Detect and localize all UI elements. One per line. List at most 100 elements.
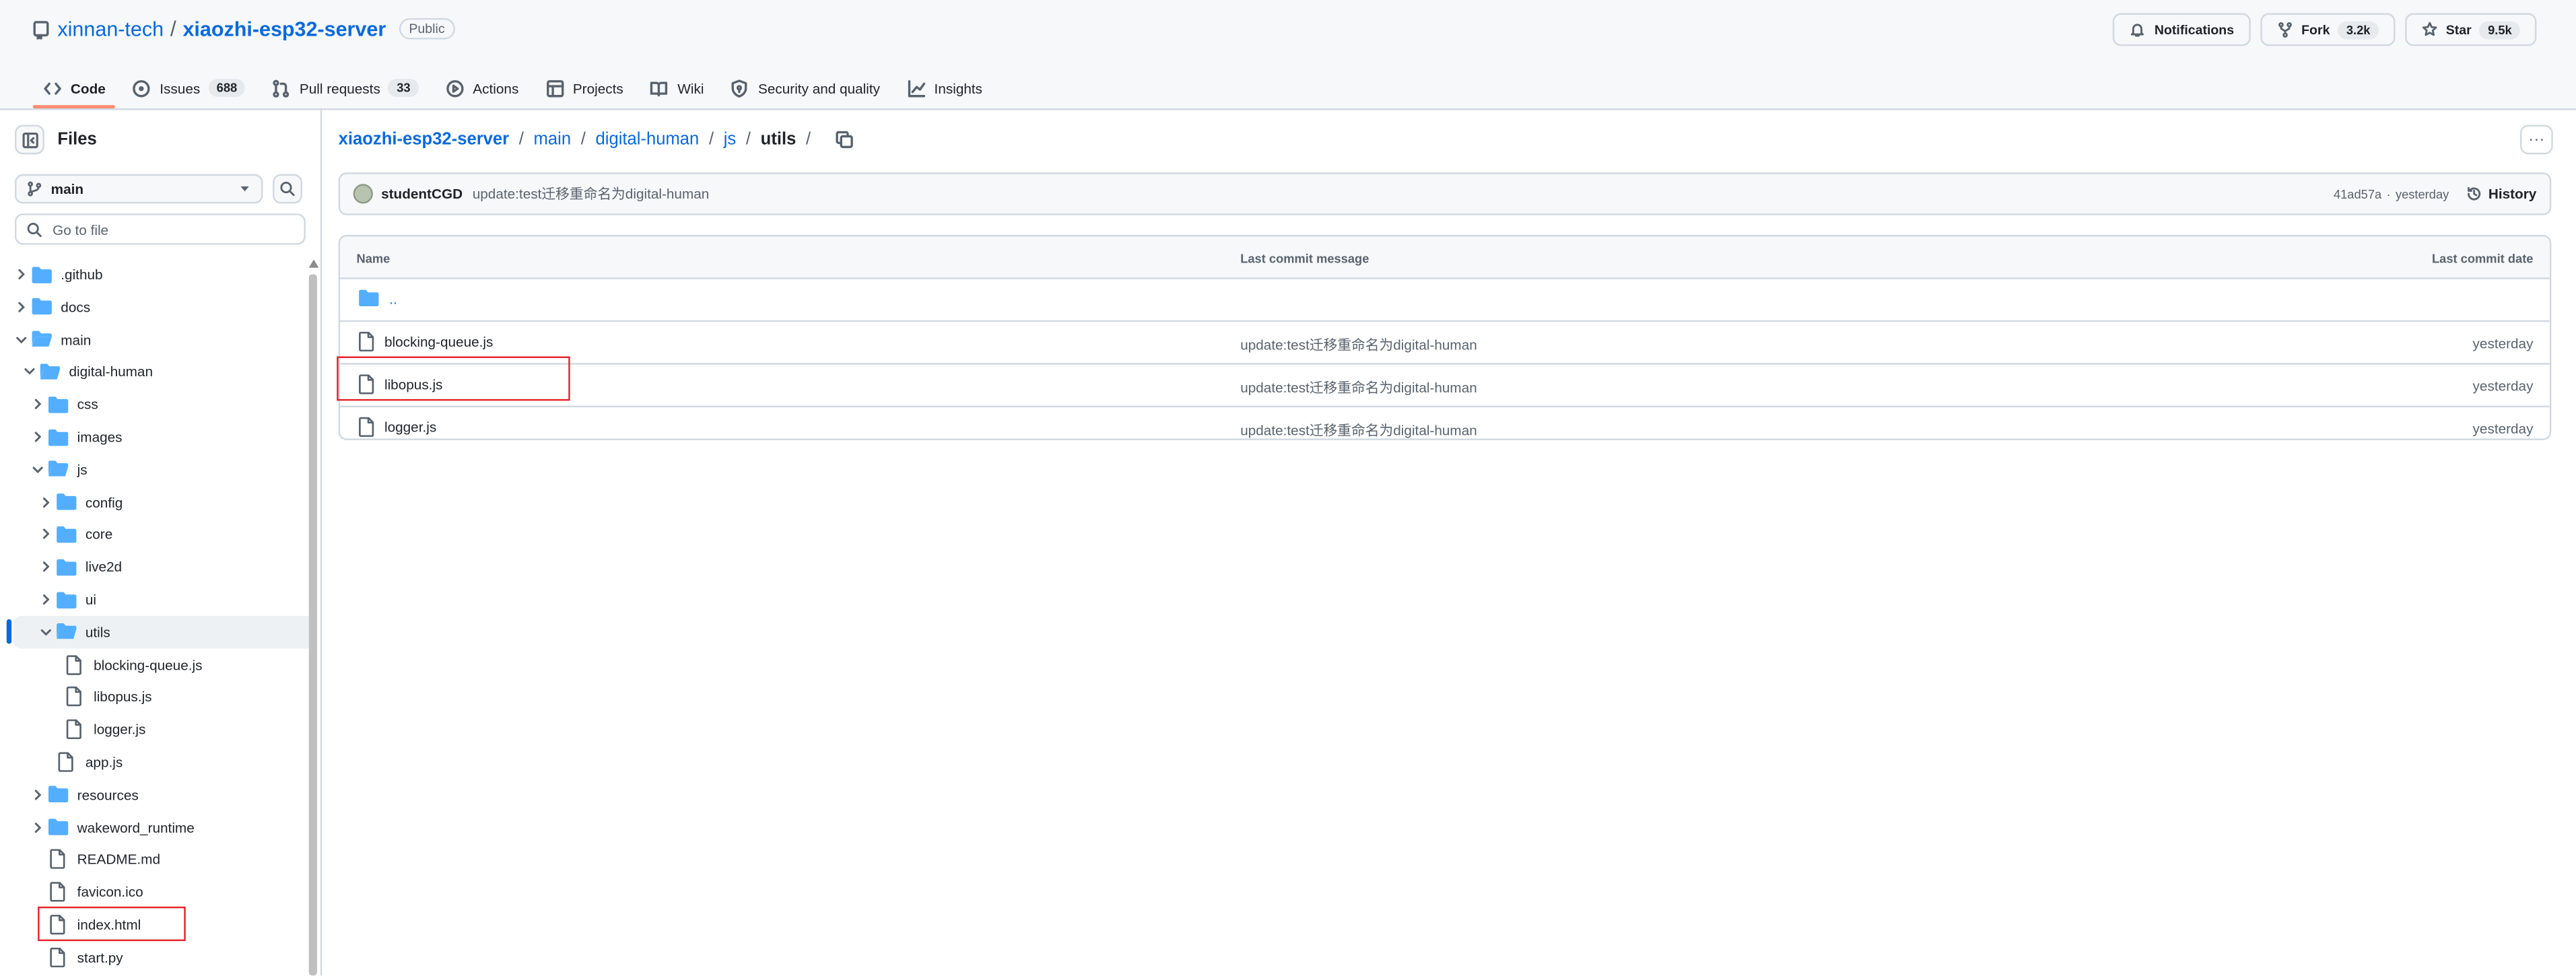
tree-item-images[interactable]: images	[13, 421, 306, 454]
tree-toggle[interactable]	[22, 365, 38, 379]
tree-item-wakeword-runtime[interactable]: wakeword_runtime	[13, 810, 306, 843]
tree-item-blocking-queue-js[interactable]: blocking-queue.js	[13, 648, 323, 681]
scrollbar-up-arrow[interactable]	[308, 259, 319, 268]
tree-item-config[interactable]: config	[13, 485, 314, 518]
owner-link[interactable]: xinnan-tech	[57, 18, 164, 40]
tree-item-docs[interactable]: docs	[13, 290, 290, 323]
tree-item-core[interactable]: core	[13, 518, 314, 551]
table-row[interactable]: logger.js update:test迁移重命名为digital-human y…	[340, 407, 2550, 439]
chevron-right-icon[interactable]	[40, 560, 53, 573]
star-label: Star	[2445, 22, 2472, 37]
branch-selector[interactable]: main	[14, 174, 263, 204]
chevron-down-icon[interactable]	[23, 365, 36, 379]
tree-item-start-py[interactable]: start.py	[13, 941, 306, 974]
latest-commit-bar: studentCGD update:test迁移重命名为digital-huma…	[338, 172, 2552, 215]
tab-insights[interactable]: Insights	[893, 67, 996, 108]
tree-item-resources[interactable]: resources	[13, 778, 306, 811]
avatar[interactable]	[353, 184, 373, 204]
tree-item-digital-human[interactable]: digital-human	[13, 355, 298, 388]
folder-icon	[47, 818, 68, 835]
fork-button[interactable]: Fork 3.2k	[2260, 13, 2396, 46]
parent-directory-link[interactable]: ..	[389, 290, 397, 306]
chevron-right-icon[interactable]	[40, 528, 53, 541]
tree-item-favicon-ico[interactable]: favicon.ico	[13, 876, 306, 909]
pull-request-icon	[273, 79, 290, 97]
tree-item-utils[interactable]: utils	[13, 615, 314, 649]
table-row[interactable]: libopus.js update:test迁移重命名为digital-human…	[340, 365, 2550, 408]
chevron-down-icon[interactable]	[40, 625, 53, 639]
commit-message[interactable]: update:test迁移重命名为digital-human	[473, 184, 710, 203]
tree-toggle[interactable]	[38, 560, 54, 573]
tree-item-icon	[38, 363, 61, 381]
tree-item-readme-md[interactable]: README.md	[13, 843, 306, 876]
chevron-right-icon[interactable]	[15, 268, 28, 281]
tree-toggle[interactable]	[38, 495, 54, 509]
chevron-right-icon[interactable]	[31, 430, 44, 444]
breadcrumb-digital-human[interactable]: digital-human	[596, 130, 700, 149]
tree-toggle[interactable]	[38, 625, 54, 639]
go-to-file-input[interactable]: Go to file	[14, 213, 306, 245]
tree-item-logger-js[interactable]: logger.js	[13, 713, 323, 746]
commit-message-link[interactable]: update:test迁移重命名为digital-human	[1240, 335, 1477, 355]
tree-item-live2d[interactable]: live2d	[13, 551, 314, 584]
tab-issues[interactable]: Issues 688	[118, 67, 259, 108]
table-row[interactable]: blocking-queue.js update:test迁移重命名为digita…	[340, 322, 2550, 365]
tree-item-label: docs	[61, 298, 91, 315]
commit-message-link[interactable]: update:test迁移重命名为digital-human	[1240, 378, 1477, 397]
tree-item-css[interactable]: css	[13, 388, 306, 421]
file-table: Name Last commit message Last commit dat…	[338, 234, 2552, 440]
commit-message-link[interactable]: update:test迁移重命名为digital-human	[1240, 421, 1477, 439]
chevron-down-icon[interactable]	[31, 463, 44, 477]
repo-link[interactable]: xiaozhi-esp32-server	[182, 18, 386, 40]
tree-item-js[interactable]: js	[13, 453, 306, 486]
tree-toggle[interactable]	[30, 788, 46, 802]
tree-toggle[interactable]	[30, 463, 46, 477]
sidebar-scrollbar[interactable]	[308, 274, 317, 976]
collapse-sidebar-button[interactable]	[14, 125, 44, 155]
tree-toggle[interactable]	[13, 333, 30, 346]
folder-open-icon	[31, 330, 51, 347]
tree-item-icon	[63, 720, 86, 740]
more-options-button[interactable]: ···	[2519, 125, 2553, 155]
tab-code[interactable]: Code	[30, 67, 118, 109]
tree-item-main[interactable]: main	[13, 323, 290, 356]
tree-toggle[interactable]	[38, 528, 54, 541]
parent-directory-row[interactable]: ..	[340, 279, 2550, 322]
tree-toggle[interactable]	[30, 398, 46, 411]
chevron-right-icon[interactable]	[15, 300, 28, 314]
breadcrumb-js[interactable]: js	[724, 130, 737, 149]
chevron-right-icon[interactable]	[31, 398, 44, 411]
tree-toggle[interactable]	[38, 593, 54, 606]
file-name-link[interactable]: logger.js	[384, 419, 436, 435]
tab-projects[interactable]: Projects	[532, 67, 636, 108]
search-files-button[interactable]	[273, 174, 302, 204]
tree-item-ui[interactable]: ui	[13, 583, 314, 616]
file-name-link[interactable]: blocking-queue.js	[384, 333, 493, 349]
commit-author[interactable]: studentCGD	[381, 186, 463, 202]
tab-pull-requests[interactable]: Pull requests 33	[259, 67, 432, 108]
notifications-button[interactable]: Notifications	[2113, 13, 2251, 46]
tree-item-libopus-js[interactable]: libopus.js	[13, 681, 323, 713]
tree-toggle[interactable]	[13, 300, 30, 314]
chevron-down-icon[interactable]	[15, 333, 28, 346]
tree-item-github[interactable]: .github	[13, 258, 290, 291]
tree-toggle[interactable]	[30, 821, 46, 834]
tree-item-app-js[interactable]: app.js	[13, 746, 314, 779]
chevron-right-icon[interactable]	[40, 495, 53, 509]
breadcrumb-repo[interactable]: xiaozhi-esp32-server	[339, 130, 509, 149]
tab-actions[interactable]: Actions	[432, 67, 532, 108]
chevron-right-icon[interactable]	[31, 788, 44, 802]
chevron-right-icon[interactable]	[40, 593, 53, 606]
breadcrumb-main[interactable]: main	[534, 130, 572, 149]
chevron-right-icon[interactable]	[31, 821, 44, 834]
folder-icon	[55, 559, 76, 576]
tree-toggle[interactable]	[30, 430, 46, 444]
tab-security[interactable]: Security and quality	[717, 67, 893, 108]
tree-toggle[interactable]	[13, 268, 30, 281]
star-button[interactable]: Star 9.5k	[2404, 13, 2537, 46]
history-button[interactable]: History	[2466, 186, 2536, 202]
tree-item-label: core	[85, 526, 113, 543]
copy-path-icon[interactable]	[834, 130, 853, 149]
tab-wiki[interactable]: Wiki	[636, 67, 717, 108]
commit-hash[interactable]: 41ad57a	[2334, 186, 2381, 201]
